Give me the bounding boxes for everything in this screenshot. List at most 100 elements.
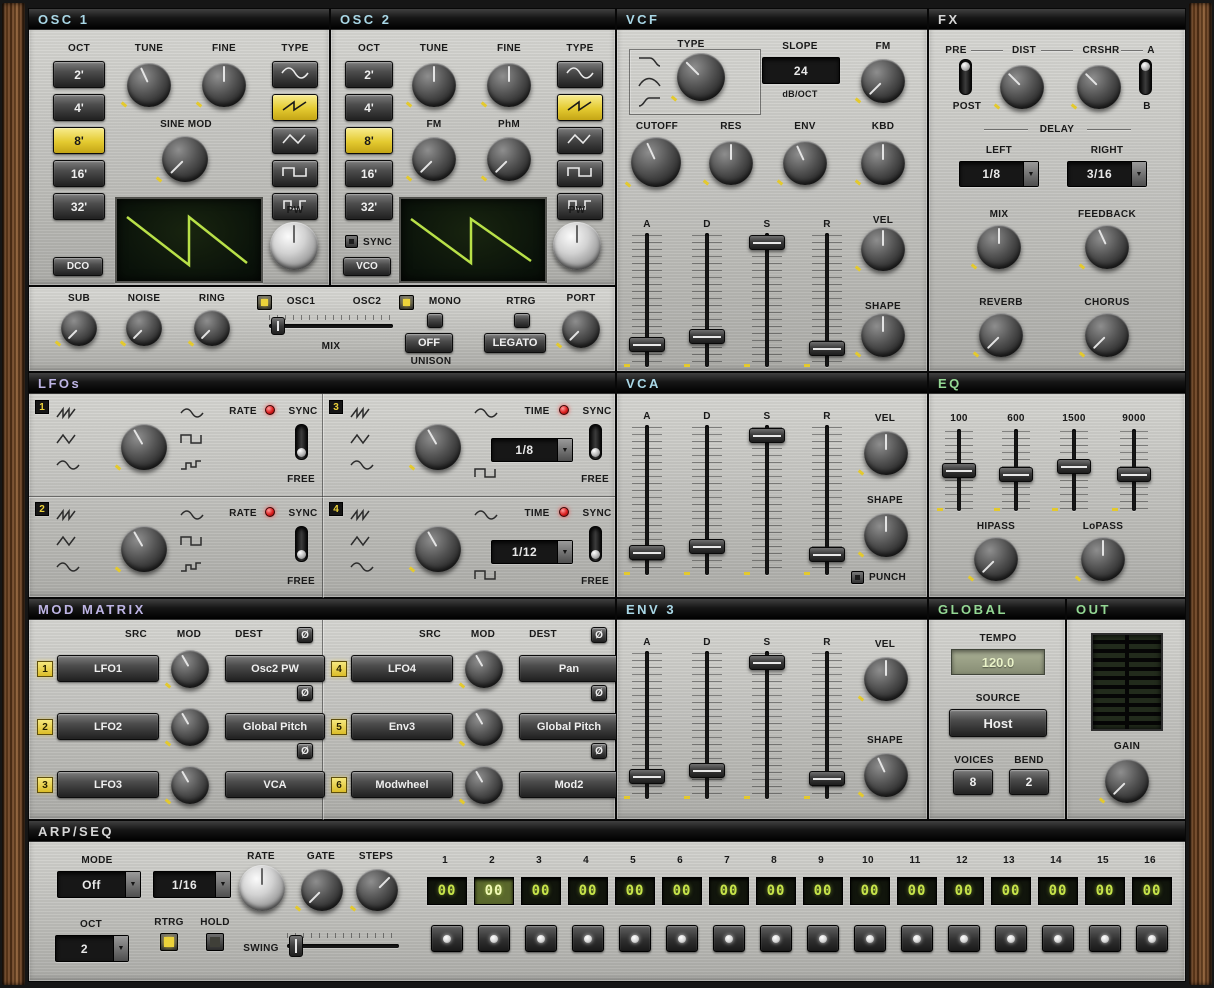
dist-knob[interactable]	[1000, 65, 1044, 109]
lfo3-time-select[interactable]: 1/8 ▼	[491, 438, 573, 462]
arp-steps-knob[interactable]	[356, 869, 398, 911]
arp-rate-select[interactable]: 1/16 ▼	[153, 871, 231, 898]
osc2-sync-checkbox[interactable]	[345, 235, 358, 248]
kbd-knob[interactable]	[861, 141, 905, 185]
step-display-3[interactable]: 00	[521, 877, 561, 905]
fader-handle[interactable]	[999, 467, 1033, 482]
sub-knob[interactable]	[61, 310, 97, 346]
vca-vel-knob[interactable]	[864, 431, 908, 475]
chevron-down-icon[interactable]: ▼	[557, 439, 572, 461]
step-display-1[interactable]: 00	[427, 877, 467, 905]
step-button-12[interactable]	[948, 925, 980, 952]
eq-100-fader[interactable]	[942, 429, 976, 511]
mm-slot4-dest-button[interactable]: Pan	[519, 655, 619, 682]
fader-handle[interactable]	[629, 545, 665, 560]
vcf-fm-knob[interactable]	[861, 59, 905, 103]
step-display-11[interactable]: 00	[897, 877, 937, 905]
mm-slot5-src-button[interactable]: Env3	[351, 713, 453, 740]
fader-handle[interactable]	[809, 547, 845, 562]
arp-mode-select[interactable]: Off ▼	[57, 871, 141, 898]
osc1-oct-4[interactable]: 4'	[53, 94, 105, 121]
osc1-tune-knob[interactable]	[127, 63, 171, 107]
mm-slot2-src-button[interactable]: LFO2	[57, 713, 159, 740]
osc2-oct-2[interactable]: 2'	[345, 61, 393, 88]
mm-invert-button-2[interactable]: Ø	[297, 685, 313, 701]
mm-slot5-dest-button[interactable]: Global Pitch	[519, 713, 619, 740]
unison-off-button[interactable]: OFF	[405, 333, 453, 353]
ab-toggle[interactable]	[1139, 59, 1152, 95]
step-display-5[interactable]: 00	[615, 877, 655, 905]
step-button-5[interactable]	[619, 925, 651, 952]
ring-knob[interactable]	[194, 310, 230, 346]
chevron-down-icon[interactable]: ▼	[1023, 162, 1038, 186]
arp-gate-knob[interactable]	[301, 869, 343, 911]
osc1-dco-button[interactable]: DCO	[53, 257, 103, 276]
unison-option-button[interactable]	[427, 313, 443, 328]
osc2-type-saw-button[interactable]	[557, 94, 603, 121]
step-button-13[interactable]	[995, 925, 1027, 952]
osc-mix-slider[interactable]	[269, 315, 393, 337]
osc1-pw-knob[interactable]	[270, 222, 318, 270]
reverb-knob[interactable]	[979, 313, 1023, 357]
mm-slot1-dest-button[interactable]: Osc2 PW	[225, 655, 325, 682]
mm-slot6-dest-button[interactable]: Mod2	[519, 771, 619, 798]
gain-knob[interactable]	[1105, 759, 1149, 803]
eq-1500-fader[interactable]	[1057, 429, 1091, 511]
chevron-down-icon[interactable]: ▼	[113, 936, 128, 961]
osc1-oct-8[interactable]: 8'	[53, 127, 105, 154]
slope-display[interactable]: 24	[762, 57, 840, 84]
vca-release-fader[interactable]	[809, 425, 845, 575]
mm-invert-button-6[interactable]: Ø	[591, 743, 607, 759]
mm-slot6-src-button[interactable]: Modwheel	[351, 771, 453, 798]
osc2-tune-knob[interactable]	[412, 63, 456, 107]
vcf-attack-fader[interactable]	[629, 233, 665, 367]
step-button-3[interactable]	[525, 925, 557, 952]
fader-handle[interactable]	[689, 763, 725, 778]
step-button-7[interactable]	[713, 925, 745, 952]
tempo-display[interactable]: 120.0	[951, 649, 1045, 675]
fader-handle[interactable]	[629, 337, 665, 352]
lfo2-rate-knob[interactable]	[121, 526, 167, 572]
fader-handle[interactable]	[942, 463, 976, 478]
eq-600-fader[interactable]	[999, 429, 1033, 511]
osc2-pw-knob[interactable]	[553, 222, 601, 270]
lopass-knob[interactable]	[1081, 537, 1125, 581]
osc1-oct-16[interactable]: 16'	[53, 160, 105, 187]
filter-type-knob[interactable]	[677, 53, 725, 101]
mm-slot4-amount-knob[interactable]	[465, 650, 503, 688]
step-button-9[interactable]	[807, 925, 839, 952]
osc2-phm-knob[interactable]	[487, 137, 531, 181]
osc2-vco-button[interactable]: VCO	[343, 257, 391, 276]
arp-hold-button[interactable]	[206, 933, 224, 951]
voices-value-button[interactable]: 8	[953, 769, 993, 795]
env3-sustain-fader[interactable]	[749, 651, 785, 799]
port-knob[interactable]	[562, 310, 600, 348]
eq-9000-fader[interactable]	[1117, 429, 1151, 511]
env3-attack-fader[interactable]	[629, 651, 665, 799]
arp-rate-knob[interactable]	[239, 865, 285, 911]
mm-slot3-src-button[interactable]: LFO3	[57, 771, 159, 798]
step-button-6[interactable]	[666, 925, 698, 952]
osc2-oct-16[interactable]: 16'	[345, 160, 393, 187]
env3-vel-knob[interactable]	[864, 657, 908, 701]
fader-handle[interactable]	[809, 771, 845, 786]
lfo4-time-select[interactable]: 1/12 ▼	[491, 540, 573, 564]
osc1-fine-knob[interactable]	[202, 63, 246, 107]
step-button-1[interactable]	[431, 925, 463, 952]
osc1-select-led-button[interactable]	[257, 295, 272, 310]
vcf-sustain-fader[interactable]	[749, 233, 785, 367]
chevron-down-icon[interactable]: ▼	[215, 872, 230, 897]
fader-handle[interactable]	[809, 341, 845, 356]
osc1-type-square-button[interactable]	[272, 160, 318, 187]
lfo3-rate-knob[interactable]	[415, 424, 461, 470]
osc1-sine-mod-knob[interactable]	[162, 136, 208, 182]
step-display-16[interactable]: 00	[1132, 877, 1172, 905]
fader-handle[interactable]	[749, 428, 785, 443]
mm-invert-button-3[interactable]: Ø	[297, 743, 313, 759]
chevron-down-icon[interactable]: ▼	[125, 872, 140, 897]
step-display-12[interactable]: 00	[944, 877, 984, 905]
step-button-8[interactable]	[760, 925, 792, 952]
vcf-shape-knob[interactable]	[861, 313, 905, 357]
step-display-7[interactable]: 00	[709, 877, 749, 905]
slider-handle[interactable]	[271, 317, 285, 335]
